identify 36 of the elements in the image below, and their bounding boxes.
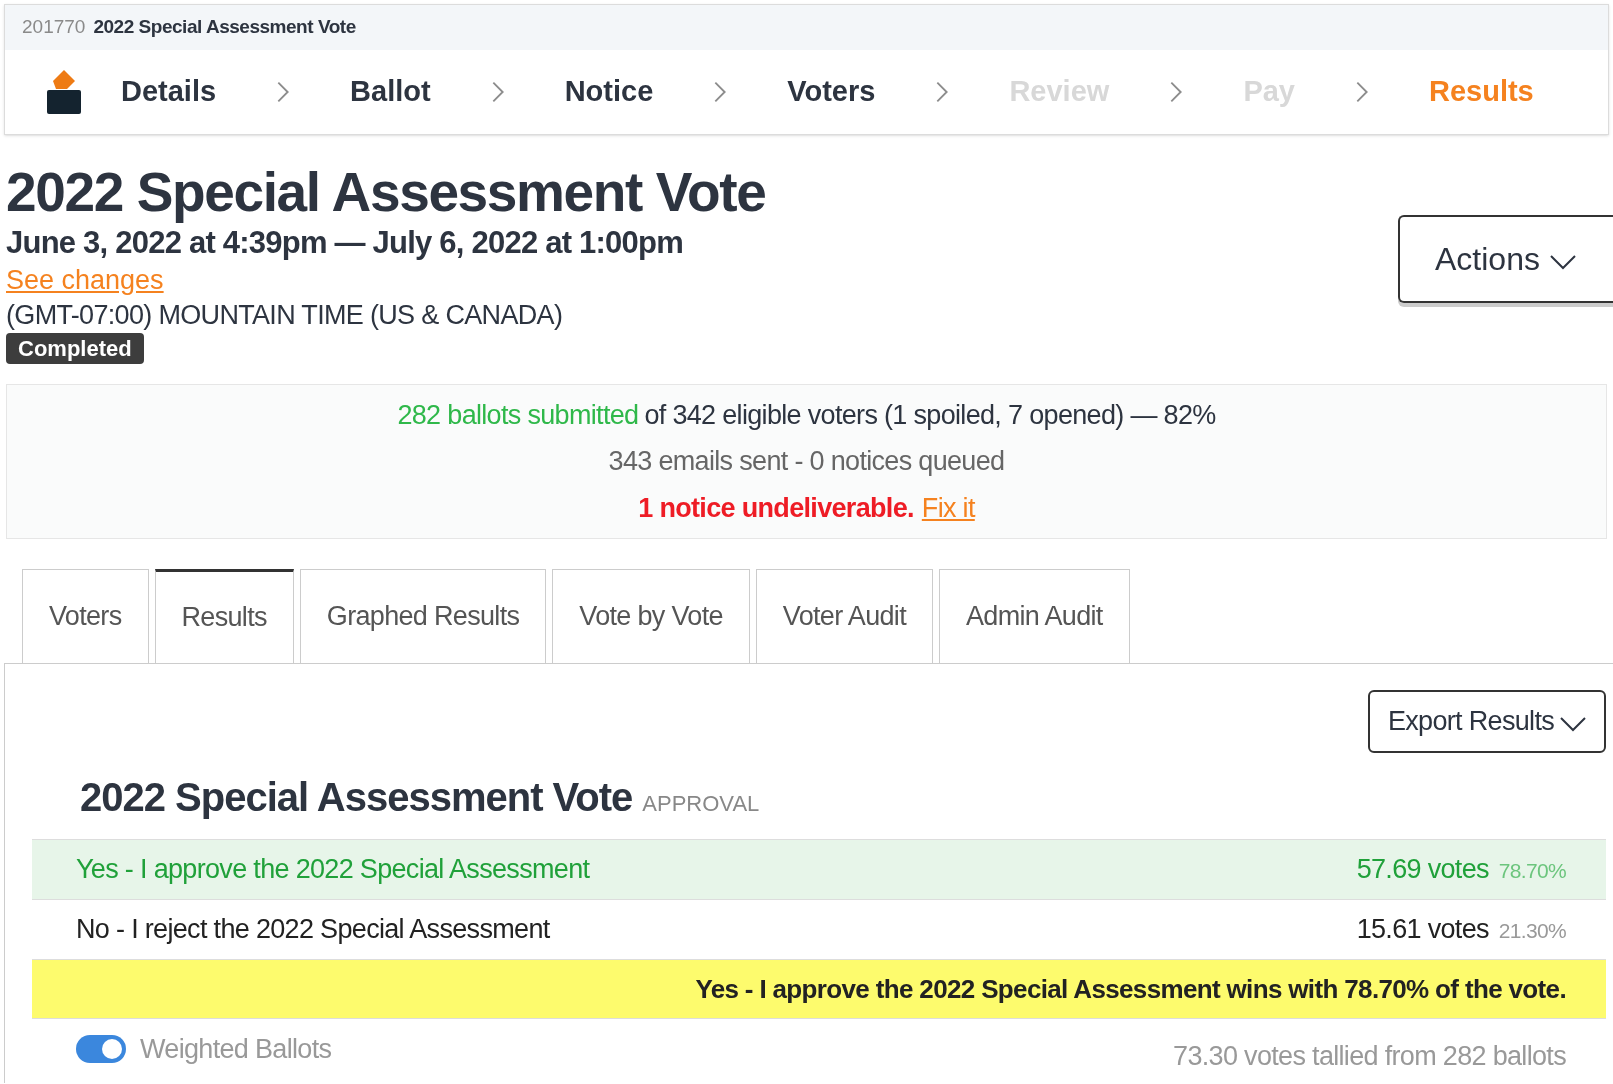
undeliverable-warning: 1 notice undeliverable. [638, 491, 914, 525]
step-link[interactable]: Voters [787, 70, 876, 114]
vote-count: 57.69 votes [1356, 853, 1489, 887]
ballots-submitted-text: 282 ballots submitted [397, 398, 639, 432]
eligible-voters-text: of 342 eligible voters (1 spoiled, 7 opened) — 82% [644, 398, 1216, 432]
results-tab[interactable]: Voters [22, 569, 149, 663]
outcome-banner: Yes - I approve the 2022 Special Assessment wins with 78.70% of the vote. [32, 959, 1606, 1019]
results-tab[interactable]: Vote by Vote [552, 569, 750, 663]
question-title: 2022 Special Assessment Vote [80, 774, 633, 821]
vote-percent: 78.70% [1498, 858, 1566, 885]
step-link[interactable]: Ballot [350, 70, 431, 114]
results-tab[interactable]: Admin Audit [939, 569, 1130, 663]
timezone-text: (GMT-07:00) MOUNTAIN TIME (US & CANADA) [6, 299, 564, 332]
emails-sent-text: 343 emails sent - 0 notices queued [608, 445, 1005, 479]
question-type: APPROVAL [642, 790, 760, 818]
option-label: Yes - I approve the 2022 Special Assessment [76, 853, 590, 887]
election-dates: June 3, 2022 at 4:39pm — July 6, 2022 at 1:00pm [6, 224, 684, 262]
chevron-down-icon [1560, 717, 1587, 732]
results-tab[interactable]: Voter Audit [755, 569, 933, 663]
project-title: 2022 Special Assessment Vote [93, 15, 356, 40]
weighted-label: Weighted Ballots [140, 1032, 332, 1066]
option-label: No - I reject the 2022 Special Assessment [76, 913, 550, 947]
results-tab[interactable]: Graphed Results [299, 569, 547, 663]
tally-text: 73.30 votes tallied from 282 ballots [1173, 1039, 1566, 1073]
weighted-toggle[interactable] [76, 1035, 126, 1063]
vote-count: 15.61 votes [1356, 913, 1489, 947]
ballot-box-icon [45, 68, 83, 116]
chevron-down-icon [1549, 254, 1576, 270]
export-results-button[interactable]: Export Results [1368, 690, 1606, 753]
step-link[interactable]: Notice [564, 70, 654, 114]
vote-percent: 21.30% [1498, 918, 1566, 945]
step-link[interactable]: Details [121, 70, 217, 114]
election-title: 2022 Special Assessment Vote [6, 161, 766, 223]
status-badge: Completed [6, 333, 144, 364]
project-id: 201770 [22, 15, 86, 40]
results-tab[interactable]: Results [154, 569, 294, 663]
